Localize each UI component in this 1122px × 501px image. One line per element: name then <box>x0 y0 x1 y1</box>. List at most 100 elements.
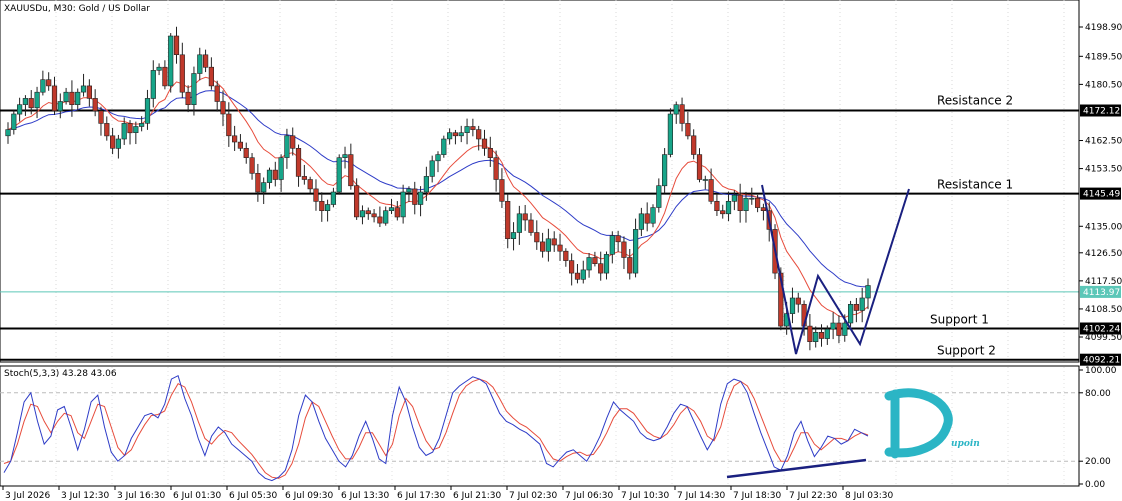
candle-body <box>307 179 313 190</box>
candle-body <box>377 216 383 224</box>
candle-body <box>598 263 604 274</box>
time-tick-label: 6 Jul 21:30 <box>453 491 502 501</box>
candle-body <box>813 331 819 342</box>
time-tick-label: 8 Jul 03:30 <box>845 491 894 501</box>
candle-body <box>522 213 528 221</box>
candle-body <box>220 101 226 115</box>
candle-body <box>80 85 87 93</box>
candle-body <box>249 157 255 174</box>
candle-body <box>487 148 493 159</box>
candle-body <box>499 179 505 202</box>
price-tick-label: 4180.50 <box>1085 80 1122 90</box>
candle-body <box>580 269 586 280</box>
candle-body <box>266 169 273 183</box>
candle-body <box>313 188 319 202</box>
candle-body <box>609 235 615 255</box>
level-label: Support 1 <box>930 313 989 327</box>
candle-body <box>661 154 668 187</box>
candle-body <box>330 191 337 205</box>
candle-body <box>638 213 644 230</box>
symbol-title: XAUUSDu, M30: Gold / US Dollar <box>4 4 150 14</box>
candle-body <box>417 191 424 205</box>
candle-body <box>534 232 540 243</box>
candle-body <box>667 113 673 155</box>
price-tick-label: 4135.00 <box>1085 222 1122 232</box>
candle-body <box>144 98 151 124</box>
candle-body <box>255 173 261 193</box>
candle-body <box>795 297 801 305</box>
candle-body <box>725 201 732 215</box>
candle-body <box>5 129 11 137</box>
candle-body <box>232 135 238 143</box>
time-tick-label: 3 Jul 2026 <box>5 491 50 501</box>
candle-body <box>46 79 52 87</box>
candle-body <box>458 132 464 137</box>
candle-body <box>656 185 662 208</box>
candle-body <box>754 197 761 208</box>
candle-body <box>400 191 406 218</box>
candle-body <box>237 141 244 149</box>
candle-body <box>98 110 104 124</box>
time-tick-label: 7 Jul 06:30 <box>565 491 614 501</box>
candle-body <box>319 201 325 212</box>
candle-body <box>69 91 75 105</box>
candle-body <box>295 148 302 177</box>
candle-body <box>359 210 366 218</box>
candle-body <box>394 207 400 218</box>
candle-body <box>121 123 127 140</box>
candle-body <box>63 91 69 102</box>
candle-body <box>342 154 348 159</box>
time-tick-label: 7 Jul 18:30 <box>733 491 782 501</box>
candle-body <box>702 179 708 181</box>
candle-body <box>673 104 679 115</box>
stochastic-tick-label: 0.00 <box>1085 480 1105 490</box>
candle-body <box>627 257 633 274</box>
candle-body <box>40 79 46 93</box>
candle-body <box>865 285 871 299</box>
level-label: Support 2 <box>937 344 996 358</box>
candle-body <box>859 297 865 311</box>
candle-body <box>127 123 133 134</box>
candle-body <box>528 219 534 233</box>
time-tick-label: 3 Jul 16:30 <box>117 491 166 501</box>
level-label: Resistance 2 <box>937 94 1013 108</box>
candle-body <box>16 104 23 115</box>
candle-body <box>830 322 836 330</box>
time-tick-label: 7 Jul 02:30 <box>509 491 558 501</box>
candle-body <box>179 54 185 93</box>
candle-body <box>476 129 482 140</box>
candle-body <box>691 135 697 155</box>
candle-body <box>807 325 813 343</box>
candle-body <box>156 66 162 71</box>
candle-body <box>510 232 517 239</box>
candle-body <box>22 98 29 105</box>
candle-body <box>818 331 825 339</box>
candle-body <box>824 328 830 339</box>
stochastic-tick-label: 100.00 <box>1085 366 1117 376</box>
time-tick-label: 6 Jul 09:30 <box>285 491 334 501</box>
candle-body <box>743 197 749 211</box>
candle-body <box>696 154 703 180</box>
level-label: Resistance 1 <box>937 178 1013 192</box>
stochastic-title: Stoch(5,3,3) 43.28 43.06 <box>4 369 117 379</box>
candle-body <box>173 35 180 56</box>
candle-body <box>383 210 389 224</box>
candle-body <box>441 138 447 155</box>
candle-body <box>353 185 360 218</box>
candle-body <box>632 229 639 274</box>
price-tick-label: 4198.90 <box>1085 23 1122 33</box>
candle-body <box>75 91 81 105</box>
candle-body <box>406 188 412 193</box>
stochastic-tick-label: 20.00 <box>1085 457 1111 467</box>
candle-body <box>603 254 610 274</box>
candle-body <box>191 73 197 106</box>
candle-body <box>446 132 453 140</box>
candle-body <box>650 207 656 224</box>
candle-body <box>86 85 92 99</box>
candle-body <box>208 66 215 87</box>
candle-body <box>290 135 296 149</box>
candle-body <box>592 257 598 264</box>
candle-body <box>685 123 691 137</box>
stochastic-tick-label: 80.00 <box>1085 389 1111 399</box>
candle-body <box>51 85 58 112</box>
